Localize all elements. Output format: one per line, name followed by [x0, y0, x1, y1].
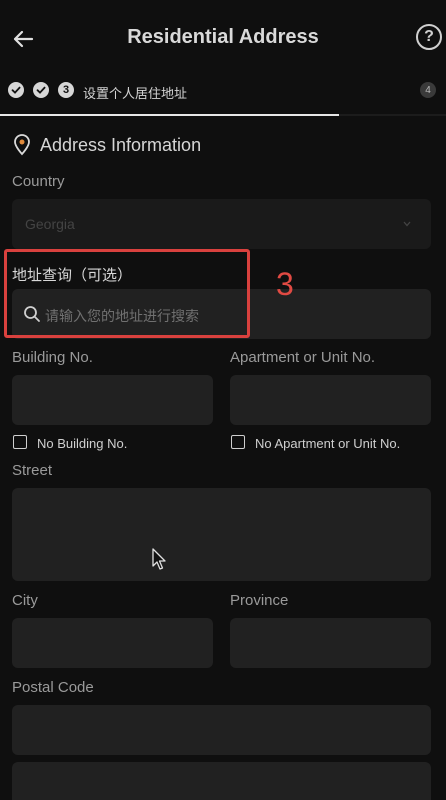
street-label: Street [12, 462, 53, 479]
no-building-label: No Building No. [37, 436, 128, 451]
apartment-label: Apartment or Unit No. [230, 349, 376, 366]
no-apartment-label: No Apartment or Unit No. [255, 436, 401, 451]
postal-code-input[interactable] [12, 705, 431, 755]
progress-track [0, 114, 446, 116]
help-button[interactable]: ? [416, 24, 442, 50]
chevron-down-icon [403, 221, 411, 227]
annotation-callout-number: 3 [276, 266, 294, 302]
step-4-pending: 4 [420, 82, 436, 98]
step-progress: 3 设置个人居住地址 4 [0, 78, 446, 116]
progress-fill [0, 114, 339, 116]
question-icon: ? [424, 28, 434, 45]
check-icon [11, 86, 21, 94]
section-header: Address Information [12, 132, 201, 158]
header: Residential Address ? [0, 0, 446, 78]
annotation-highlight-box [4, 249, 250, 338]
street-input[interactable] [12, 488, 431, 581]
mouse-cursor-icon [152, 548, 166, 570]
building-input[interactable] [12, 375, 213, 425]
section-title: Address Information [40, 134, 202, 155]
current-step-label: 设置个人居住地址 [83, 86, 188, 101]
page-title: Residential Address [127, 26, 319, 48]
step-3-current: 3 [58, 82, 74, 98]
step-2-complete [33, 82, 49, 98]
no-apartment-checkbox[interactable] [231, 435, 245, 449]
province-label: Province [230, 592, 289, 609]
step-1-complete [8, 82, 24, 98]
province-input[interactable] [230, 618, 431, 668]
check-icon [36, 86, 46, 94]
postal-code-label: Postal Code [12, 679, 94, 696]
apartment-input[interactable] [230, 375, 431, 425]
country-select[interactable]: Georgia [12, 199, 431, 249]
city-input[interactable] [12, 618, 213, 668]
no-building-checkbox[interactable] [13, 435, 27, 449]
next-field-partial[interactable] [12, 762, 431, 800]
city-label: City [12, 592, 38, 609]
country-value: Georgia [25, 216, 75, 232]
building-label: Building No. [12, 349, 93, 366]
country-label: Country [12, 173, 65, 190]
location-pin-icon [14, 134, 30, 156]
